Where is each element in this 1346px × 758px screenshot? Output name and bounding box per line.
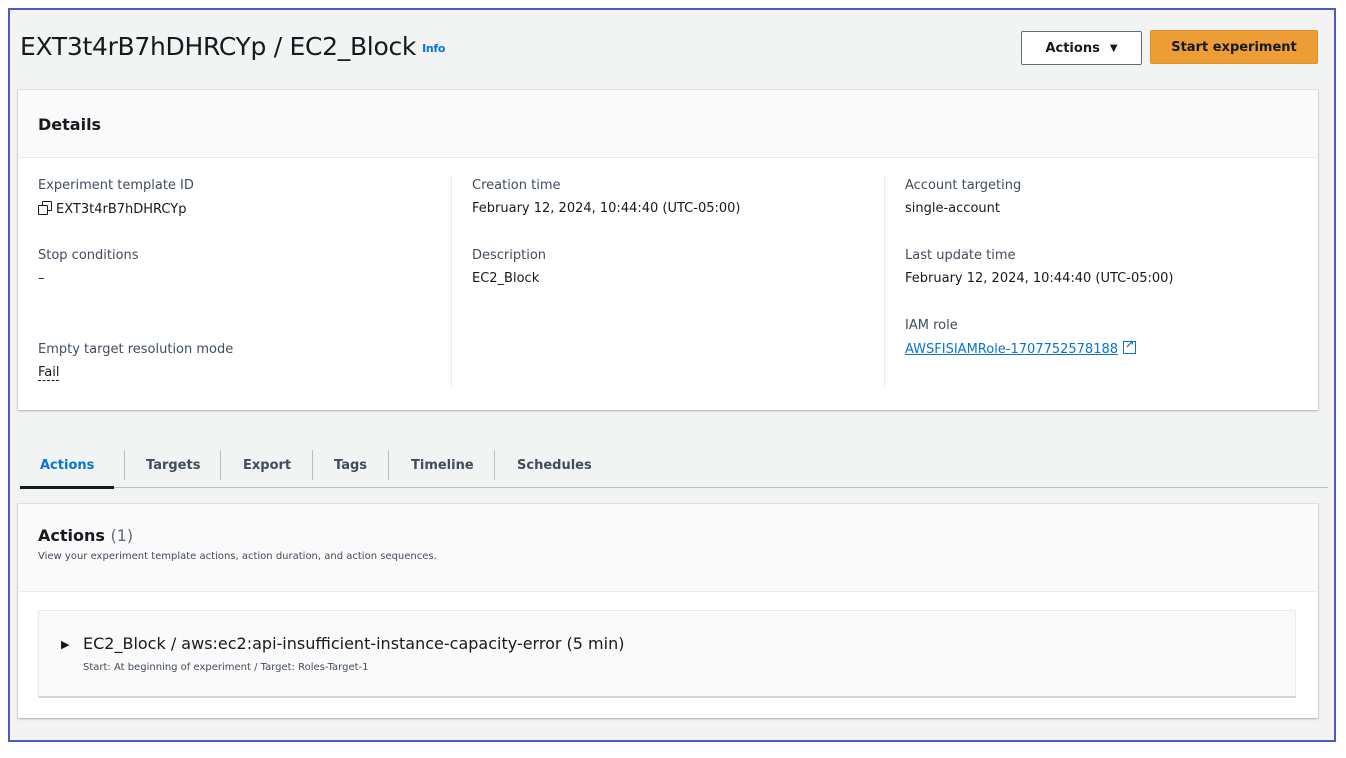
caret-down-icon: ▼ xyxy=(1109,42,1118,54)
column-divider xyxy=(451,176,452,388)
template-id-text: EXT3t4rB7hDHRCYp xyxy=(56,202,187,217)
external-link-icon[interactable] xyxy=(1123,338,1137,354)
description-label: Description xyxy=(472,248,547,263)
details-body: Experiment template ID EXT3t4rB7hDHRCYp … xyxy=(18,158,1318,410)
actions-count: (1) xyxy=(110,526,134,545)
account-targeting-label: Account targeting xyxy=(905,178,1022,193)
stop-conditions-value: – xyxy=(38,271,45,286)
column-divider xyxy=(884,176,885,388)
actions-dropdown-button[interactable]: Actions ▼ xyxy=(1021,31,1142,65)
actions-description: View your experiment template actions, a… xyxy=(38,551,437,562)
account-targeting-value: single-account xyxy=(905,201,1000,216)
copy-icon[interactable] xyxy=(38,201,52,215)
actions-button-label: Actions xyxy=(1045,40,1100,56)
iam-role-label: IAM role xyxy=(905,318,958,333)
tab-actions[interactable]: Actions xyxy=(19,442,115,489)
expand-triangle-icon[interactable]: ▶ xyxy=(61,638,69,651)
stop-conditions-field: Stop conditions – xyxy=(38,248,139,286)
page-frame: EXT3t4rB7hDHRCYp / EC2_Block Info Actions… xyxy=(8,8,1336,742)
page-title: EXT3t4rB7hDHRCYp / EC2_Block Info xyxy=(20,32,445,61)
actions-title: Actions (1) xyxy=(38,526,1298,545)
iam-role-link[interactable]: AWSFISIAMRole-1707752578188 xyxy=(905,342,1118,357)
empty-target-value: Fail xyxy=(38,365,233,381)
tab-timeline[interactable]: Timeline xyxy=(411,442,474,488)
tab-separator xyxy=(494,450,495,480)
empty-target-text[interactable]: Fail xyxy=(38,365,60,381)
stop-conditions-label: Stop conditions xyxy=(38,248,139,263)
info-link[interactable]: Info xyxy=(422,42,445,55)
creation-time-value: February 12, 2024, 10:44:40 (UTC-05:00) xyxy=(472,201,741,216)
tab-export[interactable]: Export xyxy=(243,442,291,488)
details-title: Details xyxy=(38,115,102,134)
action-item[interactable]: ▶ EC2_Block / aws:ec2:api-insufficient-i… xyxy=(38,610,1296,698)
details-panel: Details Experiment template ID EXT3t4rB7… xyxy=(18,90,1318,410)
tab-separator xyxy=(220,450,221,480)
tab-separator xyxy=(388,450,389,480)
template-id-label: Experiment template ID xyxy=(38,178,194,193)
empty-target-label: Empty target resolution mode xyxy=(38,342,234,357)
action-subtitle: Start: At beginning of experiment / Targ… xyxy=(83,662,369,673)
tab-separator xyxy=(124,450,125,480)
start-experiment-button[interactable]: Start experiment xyxy=(1150,30,1318,64)
account-targeting-field: Account targeting single-account xyxy=(905,178,1021,216)
tab-separator xyxy=(312,450,313,480)
description-value: EC2_Block xyxy=(472,271,540,286)
creation-time-field: Creation time February 12, 2024, 10:44:4… xyxy=(472,178,740,216)
template-id-value: EXT3t4rB7hDHRCYp xyxy=(38,201,194,217)
tab-tags[interactable]: Tags xyxy=(334,442,367,488)
tab-targets[interactable]: Targets xyxy=(146,442,200,488)
page-title-text: EXT3t4rB7hDHRCYp / EC2_Block xyxy=(20,32,417,61)
iam-role-value: AWSFISIAMRole-1707752578188 xyxy=(905,338,1137,357)
description-field: Description EC2_Block xyxy=(472,248,546,286)
tab-bar: Actions Targets Export Tags Timeline Sch… xyxy=(19,442,1328,489)
actions-panel: Actions (1) View your experiment templat… xyxy=(18,504,1318,718)
last-update-value: February 12, 2024, 10:44:40 (UTC-05:00) xyxy=(905,271,1174,286)
empty-target-field: Empty target resolution mode Fail xyxy=(38,342,234,381)
last-update-field: Last update time February 12, 2024, 10:4… xyxy=(905,248,1173,286)
creation-time-label: Creation time xyxy=(472,178,561,193)
tab-schedules[interactable]: Schedules xyxy=(517,442,592,488)
details-header: Details xyxy=(18,90,1318,158)
page-header: EXT3t4rB7hDHRCYp / EC2_Block Info Actions… xyxy=(20,30,1326,70)
template-id-field: Experiment template ID EXT3t4rB7hDHRCYp xyxy=(38,178,194,217)
iam-role-field: IAM role AWSFISIAMRole-1707752578188 xyxy=(905,318,1137,357)
actions-title-text: Actions xyxy=(38,526,105,545)
actions-header: Actions (1) View your experiment templat… xyxy=(18,504,1318,592)
last-update-label: Last update time xyxy=(905,248,1016,263)
action-title: EC2_Block / aws:ec2:api-insufficient-ins… xyxy=(83,634,625,653)
